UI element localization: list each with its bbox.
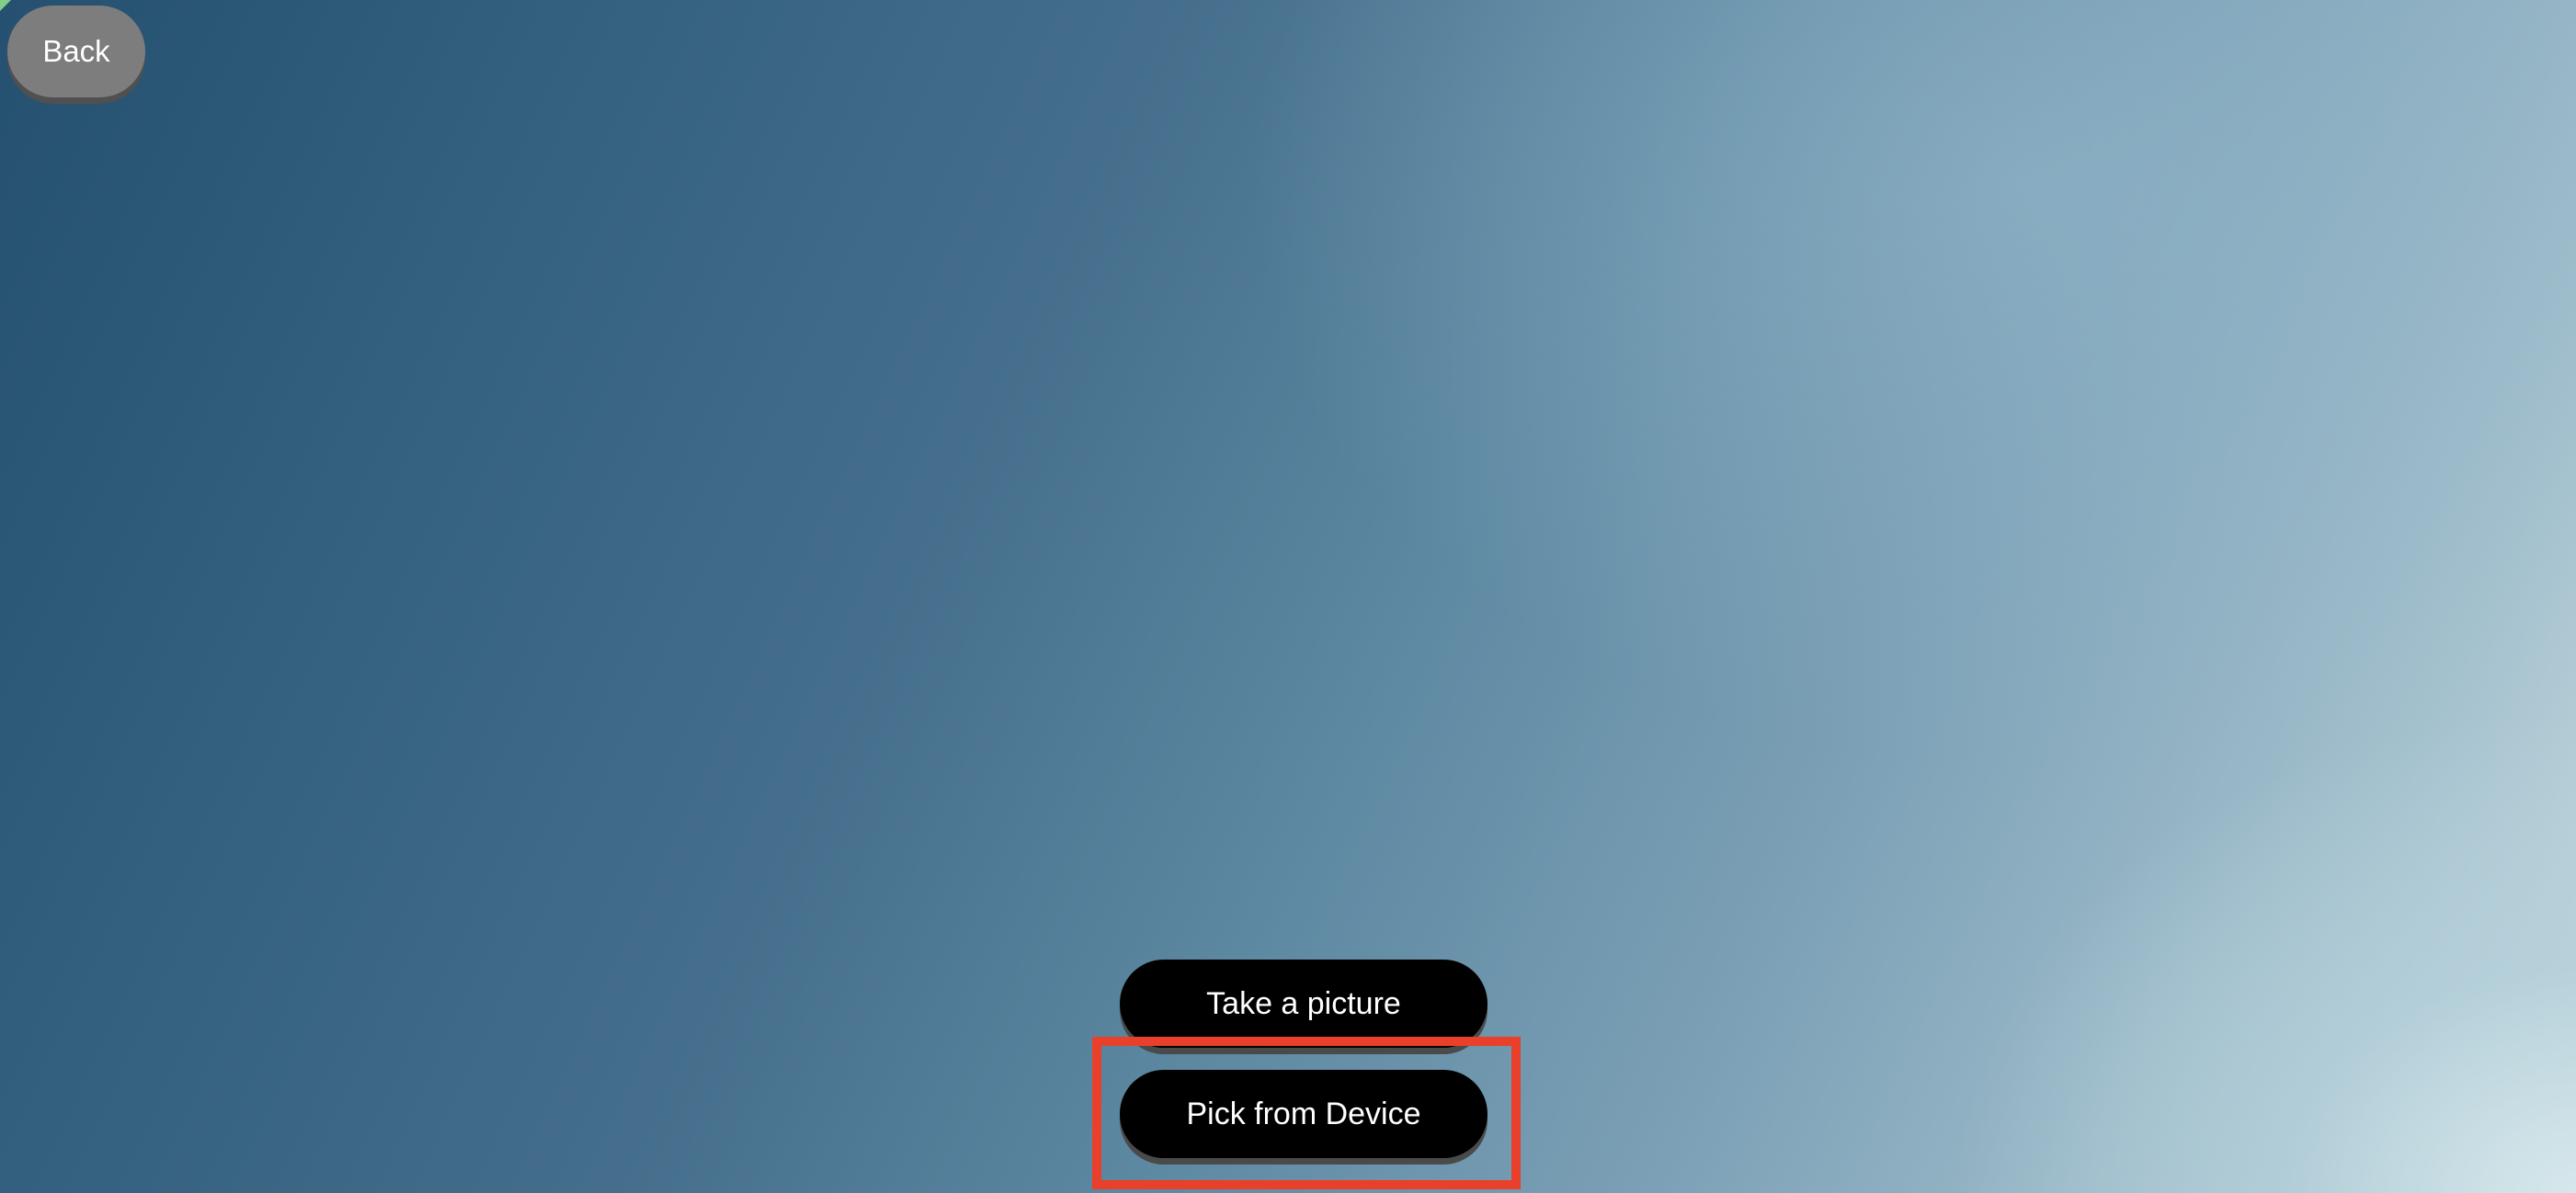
take-picture-button[interactable]: Take a picture (1120, 960, 1487, 1048)
back-button[interactable]: Back (7, 6, 145, 97)
camera-preview-screen: Back Take a picture Pick from Device (0, 0, 2576, 1193)
corner-indicator-icon (0, 0, 11, 11)
pick-from-device-button[interactable]: Pick from Device (1120, 1070, 1487, 1158)
